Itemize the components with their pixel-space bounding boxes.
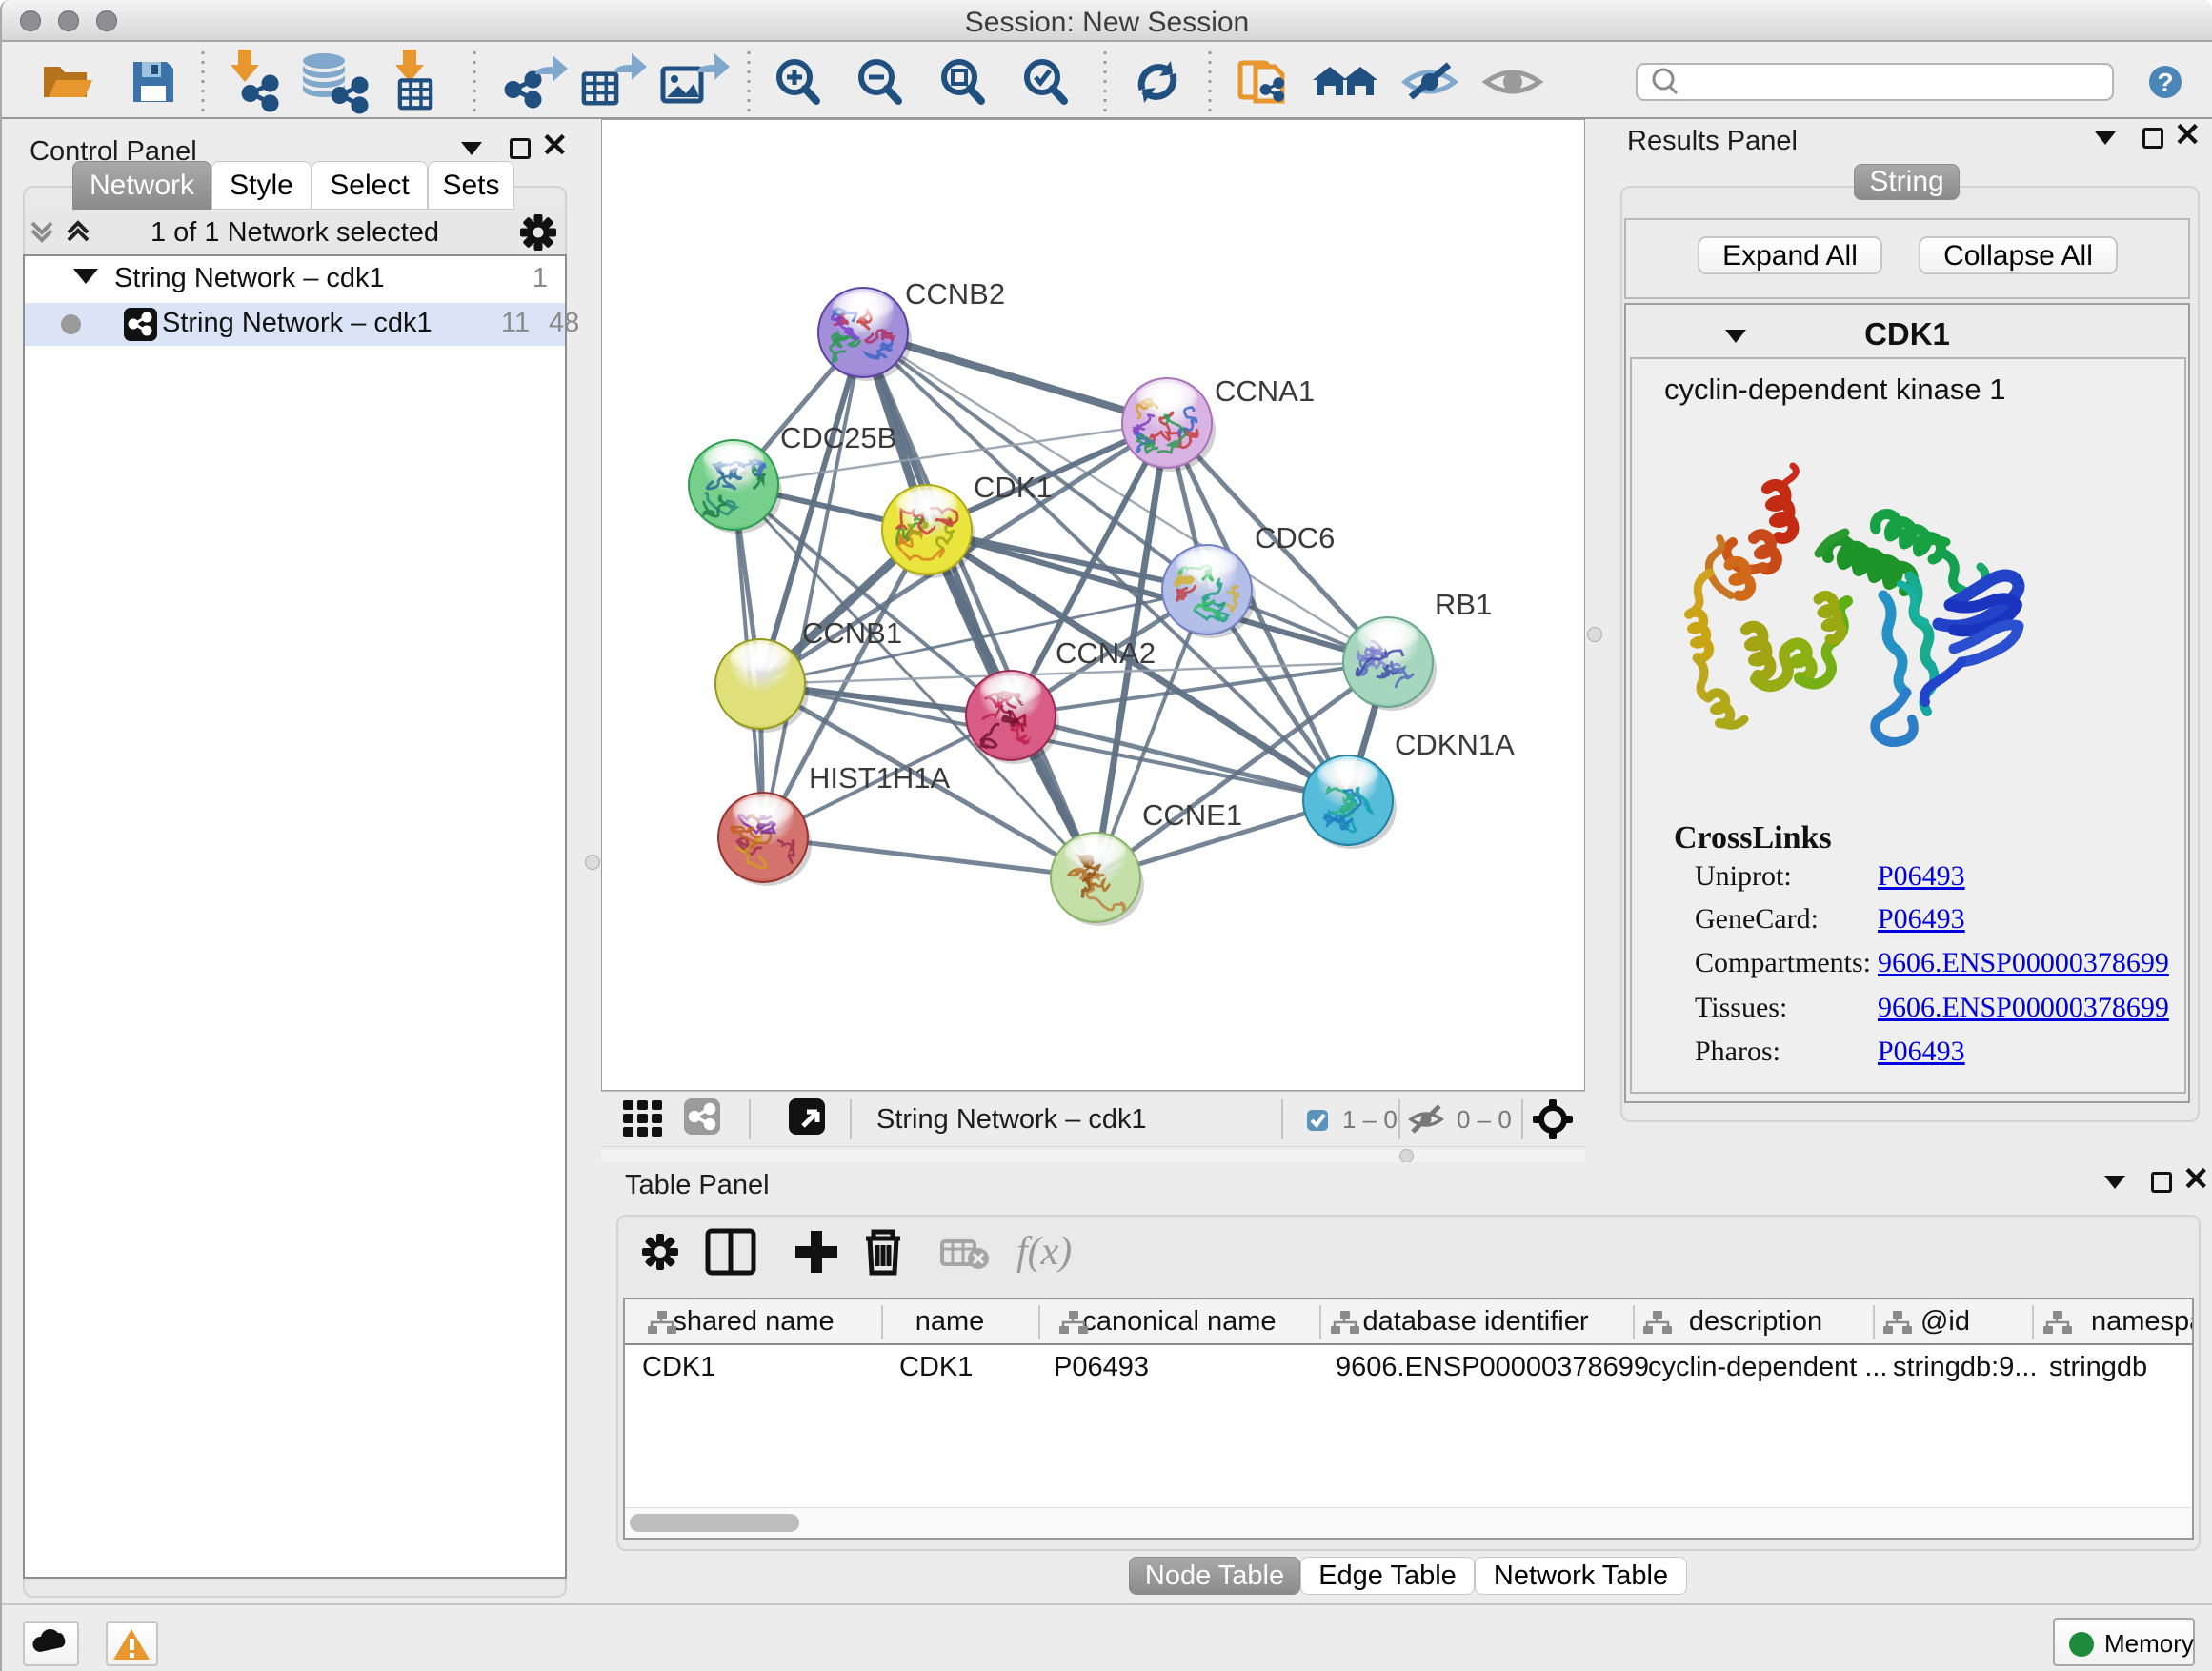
svg-text:String Network – cdk1: String Network – cdk1 xyxy=(876,1104,1147,1135)
svg-text:CCNA1: CCNA1 xyxy=(1215,374,1315,408)
svg-text:0 – 0: 0 – 0 xyxy=(1457,1105,1512,1134)
svg-text:CCNB2: CCNB2 xyxy=(905,277,1005,311)
svg-text:CDC25B: CDC25B xyxy=(780,421,896,454)
svg-text:1 – 0: 1 – 0 xyxy=(1342,1105,1398,1134)
svg-text:CCNB1: CCNB1 xyxy=(802,616,902,650)
svg-text:CDK1: CDK1 xyxy=(974,471,1053,504)
svg-text:CDC6: CDC6 xyxy=(1255,521,1335,554)
svg-text:CCNE1: CCNE1 xyxy=(1142,798,1242,832)
svg-text:CDKN1A: CDKN1A xyxy=(1395,728,1515,761)
svg-text:?: ? xyxy=(2157,68,2173,97)
svg-text:CCNA2: CCNA2 xyxy=(1056,636,1156,670)
svg-text:RB1: RB1 xyxy=(1435,588,1492,621)
svg-text:f(x): f(x) xyxy=(1016,1230,1072,1274)
svg-text:HIST1H1A: HIST1H1A xyxy=(809,761,950,795)
